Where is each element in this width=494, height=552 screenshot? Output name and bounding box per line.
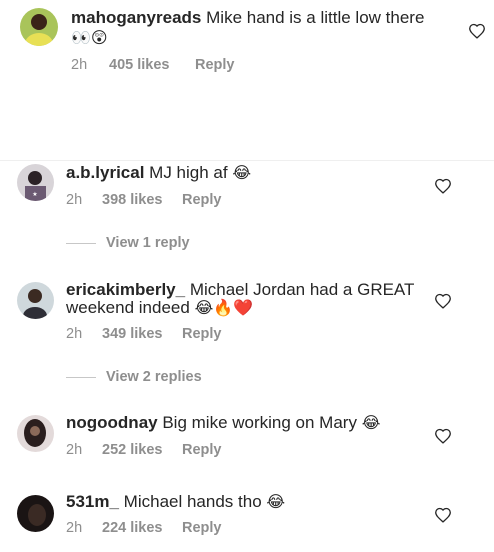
avatar[interactable] xyxy=(20,8,58,46)
reply-thread-line xyxy=(66,242,96,244)
comment-username[interactable]: 531m_ xyxy=(66,492,119,511)
comment-body: Mike hand is a little low there xyxy=(206,8,425,27)
comment-emoji: 👀😲 xyxy=(71,28,108,47)
avatar[interactable] xyxy=(17,282,54,319)
reply-button[interactable]: Reply xyxy=(195,57,235,73)
comment-time: 2h xyxy=(66,520,83,536)
comment-likes[interactable]: 252 likes xyxy=(102,442,182,458)
divider xyxy=(0,160,494,161)
comment-likes[interactable]: 405 likes xyxy=(109,57,195,73)
comment-body: Michael Jordan had a GREAT xyxy=(189,280,415,299)
avatar[interactable]: ★ xyxy=(17,164,54,201)
reply-button[interactable]: Reply xyxy=(182,326,222,342)
comment-username[interactable]: nogoodnay xyxy=(66,413,158,432)
view-replies-label: View 1 reply xyxy=(106,235,190,251)
comment-likes[interactable]: 224 likes xyxy=(102,520,182,536)
comment-body: Michael hands tho xyxy=(123,492,262,511)
view-replies-label: View 2 replies xyxy=(106,369,202,385)
comment-emoji: 😂 xyxy=(232,163,252,182)
heart-icon[interactable] xyxy=(434,293,452,309)
comment-time: 2h xyxy=(66,192,83,208)
comment-username[interactable]: a.b.lyrical xyxy=(66,163,144,182)
view-replies-button[interactable]: View 1 reply xyxy=(66,235,190,251)
comment-emoji: 😂 xyxy=(266,492,286,511)
comment-emoji: 😂🔥❤️ xyxy=(194,298,254,317)
comment-emoji: 😂 xyxy=(361,413,381,432)
avatar[interactable] xyxy=(17,495,54,532)
comment-username[interactable]: mahoganyreads xyxy=(71,8,201,27)
reply-button[interactable]: Reply xyxy=(182,520,222,536)
comment-time: 2h xyxy=(71,57,88,73)
reply-button[interactable]: Reply xyxy=(182,192,222,208)
svg-text:★: ★ xyxy=(32,191,37,198)
comment-username[interactable]: ericakimberly_ xyxy=(66,280,185,299)
comment-likes[interactable]: 398 likes xyxy=(102,192,182,208)
heart-icon[interactable] xyxy=(434,178,452,194)
view-replies-button[interactable]: View 2 replies xyxy=(66,369,202,385)
avatar[interactable] xyxy=(17,415,54,452)
comment-time: 2h xyxy=(66,442,83,458)
reply-button[interactable]: Reply xyxy=(182,442,222,458)
heart-icon[interactable] xyxy=(434,428,452,444)
comment-time: 2h xyxy=(66,326,83,342)
comment-body: MJ high af xyxy=(149,163,228,182)
heart-icon[interactable] xyxy=(468,23,486,39)
comment-body: Big mike working on Mary xyxy=(162,413,357,432)
heart-icon[interactable] xyxy=(434,507,452,523)
comment-body-continued: weekend indeed xyxy=(66,298,190,317)
comment-likes[interactable]: 349 likes xyxy=(102,326,182,342)
reply-thread-line xyxy=(66,376,96,378)
